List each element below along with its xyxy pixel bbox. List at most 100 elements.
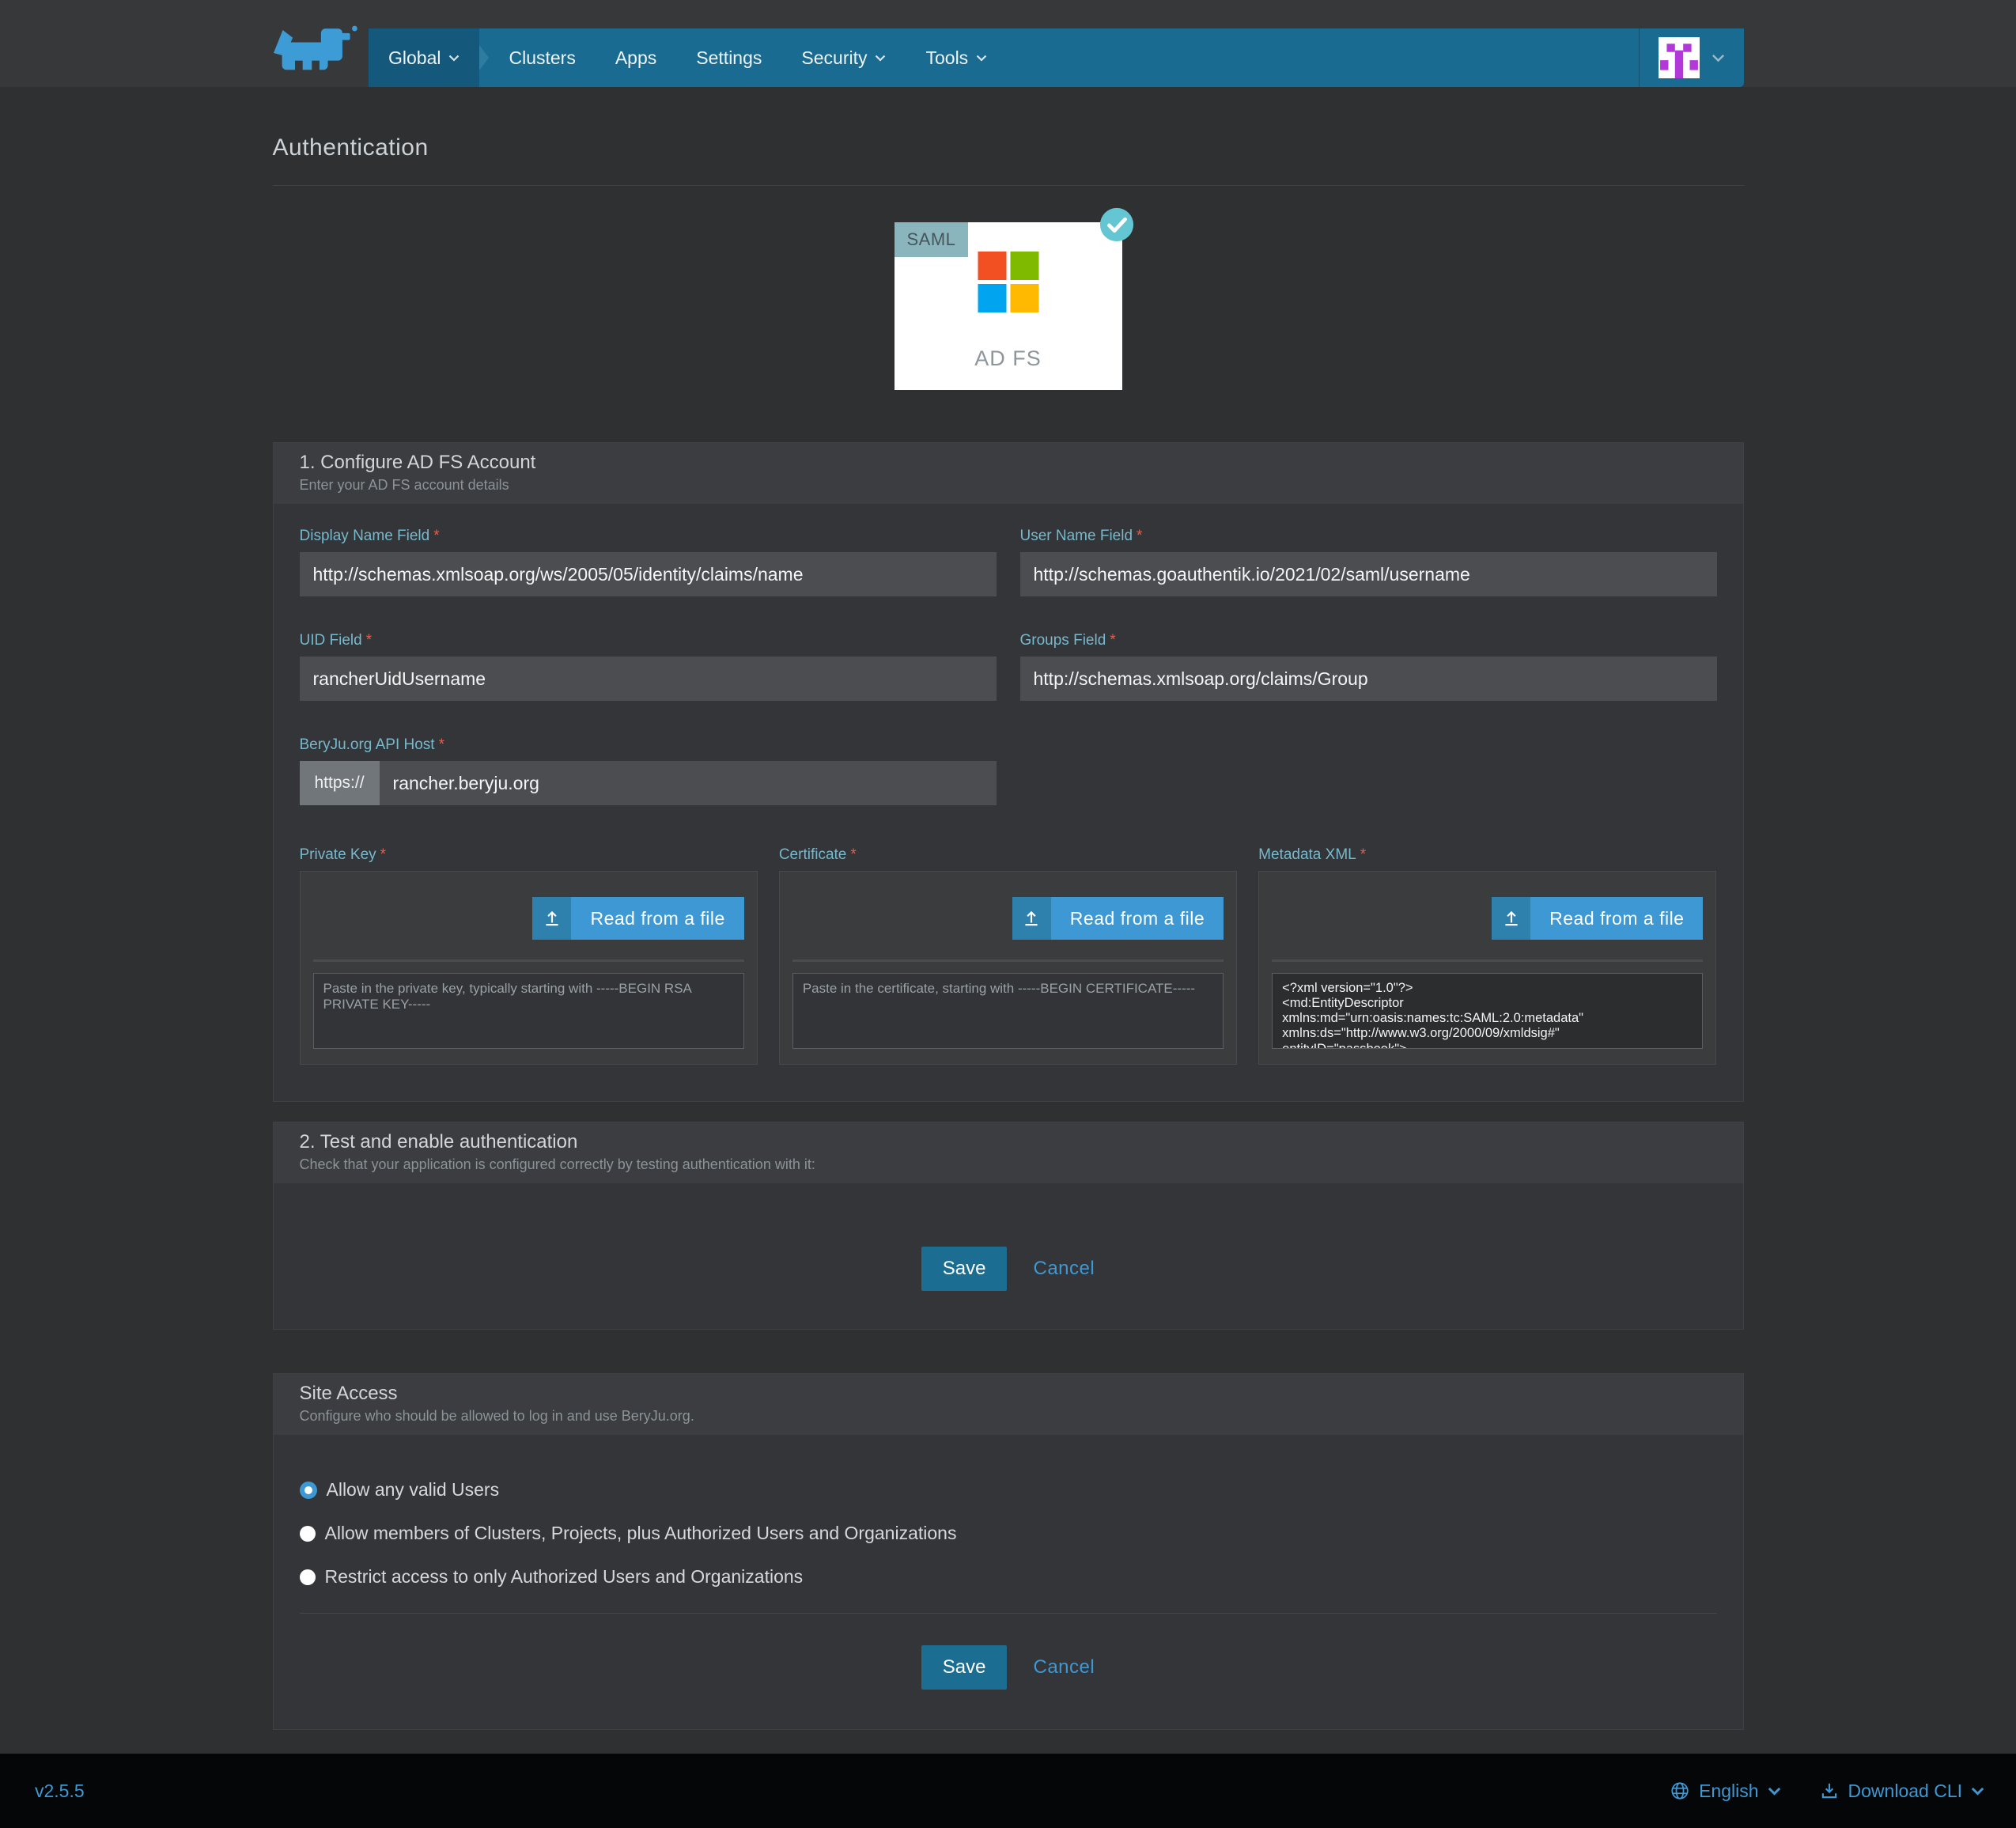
- section-site-access: Site Access Configure who should be allo…: [273, 1373, 1744, 1730]
- microsoft-logo-icon: [978, 252, 1038, 312]
- provider-card-row: SAML AD FS: [273, 222, 1744, 390]
- nav-item-clusters[interactable]: Clusters: [489, 28, 595, 87]
- required-marker: *: [439, 736, 444, 754]
- language-selector[interactable]: English: [1670, 1781, 1780, 1802]
- certificate-box: Read from a file: [779, 871, 1237, 1065]
- site-access-subtitle: Configure who should be allowed to log i…: [300, 1408, 1717, 1425]
- nav-item-tools[interactable]: Tools: [906, 28, 1007, 87]
- download-cli-menu[interactable]: Download CLI: [1819, 1781, 1984, 1802]
- main-content: Authentication SAML AD FS: [273, 134, 1744, 1730]
- top-bar: Global Clusters Apps Settings Security T…: [0, 0, 2016, 87]
- active-nav-arrow: [479, 45, 489, 70]
- required-marker: *: [850, 846, 856, 864]
- metadata-xml-column: Metadata XML* Read from a file: [1258, 846, 1716, 1065]
- page-title: Authentication: [273, 134, 1744, 161]
- user-avatar: [1659, 37, 1700, 78]
- field-uid: UID Field*: [300, 632, 997, 701]
- api-host-input[interactable]: [380, 761, 997, 805]
- provider-card-adfs[interactable]: SAML AD FS: [895, 222, 1122, 390]
- title-divider: [273, 185, 1744, 186]
- check-circle-icon: [1099, 206, 1135, 243]
- rancher-logo-icon: [272, 21, 364, 89]
- chevron-down-icon: [1768, 1787, 1781, 1796]
- navbar-spacer: [1007, 28, 1639, 87]
- user-menu[interactable]: [1639, 28, 1744, 87]
- upload-divider: [313, 959, 744, 962]
- section1-body: Display Name Field* User Name Field* UID…: [274, 504, 1743, 1101]
- footer: v2.5.5 English Download CLI: [0, 1754, 2016, 1828]
- metadata-xml-textarea[interactable]: <?xml version="1.0"?> <md:EntityDescript…: [1272, 973, 1703, 1049]
- section1-header: 1. Configure AD FS Account Enter your AD…: [274, 443, 1743, 504]
- radio-label: Allow members of Clusters, Projects, plu…: [325, 1523, 957, 1544]
- radio-selected-icon[interactable]: [300, 1482, 317, 1499]
- required-marker: *: [433, 528, 439, 545]
- site-access-title: Site Access: [300, 1383, 1717, 1405]
- field-label: Private Key*: [300, 846, 758, 864]
- upload-divider: [792, 959, 1224, 962]
- save-button[interactable]: Save: [921, 1247, 1008, 1291]
- radio-restrict-access[interactable]: Restrict access to only Authorized Users…: [300, 1566, 1717, 1588]
- field-user-name: User Name Field*: [1020, 528, 1717, 596]
- section1-title: 1. Configure AD FS Account: [300, 452, 1717, 474]
- globe-icon: [1670, 1781, 1690, 1801]
- radio-allow-any-valid-users[interactable]: Allow any valid Users: [300, 1479, 1717, 1501]
- certificate-textarea[interactable]: [792, 973, 1224, 1049]
- chevron-down-icon: [875, 55, 886, 62]
- metadata-read-file-button[interactable]: Read from a file: [1492, 897, 1703, 940]
- radio-unselected-icon[interactable]: [300, 1569, 316, 1585]
- field-label: Certificate*: [779, 846, 1237, 864]
- field-label: User Name Field*: [1020, 528, 1717, 545]
- required-marker: *: [1110, 632, 1115, 649]
- upload-grid: Private Key* Read from a file: [300, 846, 1717, 1065]
- field-groups: Groups Field*: [1020, 632, 1717, 701]
- cancel-link[interactable]: Cancel: [1033, 1656, 1095, 1679]
- nav-item-global[interactable]: Global: [369, 28, 479, 87]
- upload-divider: [1272, 959, 1703, 962]
- certificate-column: Certificate* Read from a file: [779, 846, 1237, 1065]
- chevron-down-icon: [976, 55, 987, 62]
- site-access-actions: Save Cancel: [300, 1614, 1717, 1710]
- download-icon: [1819, 1781, 1840, 1801]
- section2-actions: Save Cancel: [274, 1183, 1743, 1329]
- nav-item-security[interactable]: Security: [781, 28, 906, 87]
- upload-icon: [1012, 897, 1051, 940]
- required-marker: *: [1137, 528, 1142, 545]
- field-label: Display Name Field*: [300, 528, 997, 545]
- section2-title: 2. Test and enable authentication: [300, 1131, 1717, 1153]
- uid-field-input[interactable]: [300, 657, 997, 701]
- required-marker: *: [366, 632, 372, 649]
- section1-subtitle: Enter your AD FS account details: [300, 477, 1717, 494]
- rancher-app: Global Clusters Apps Settings Security T…: [0, 0, 2016, 1828]
- radio-allow-members[interactable]: Allow members of Clusters, Projects, plu…: [300, 1523, 1717, 1544]
- version-label[interactable]: v2.5.5: [35, 1781, 85, 1802]
- radio-unselected-icon[interactable]: [300, 1526, 316, 1542]
- footer-right: English Download CLI: [1670, 1781, 1984, 1802]
- required-marker: *: [380, 846, 386, 864]
- nav-item-label: Global: [388, 47, 441, 69]
- metadata-xml-box: Read from a file <?xml version="1.0"?> <…: [1258, 871, 1716, 1065]
- nav-item-label: Apps: [615, 47, 656, 69]
- nav-item-label: Tools: [925, 47, 968, 69]
- display-name-field-input[interactable]: [300, 552, 997, 596]
- save-button[interactable]: Save: [921, 1645, 1008, 1690]
- radio-label: Allow any valid Users: [327, 1479, 500, 1501]
- cancel-link[interactable]: Cancel: [1033, 1258, 1095, 1280]
- nav-item-label: Settings: [696, 47, 762, 69]
- private-key-textarea[interactable]: [313, 973, 744, 1049]
- groups-field-input[interactable]: [1020, 657, 1717, 701]
- private-key-read-file-button[interactable]: Read from a file: [532, 897, 743, 940]
- certificate-read-file-button[interactable]: Read from a file: [1012, 897, 1224, 940]
- nav-item-label: Clusters: [509, 47, 575, 69]
- section-test-enable: 2. Test and enable authentication Check …: [273, 1122, 1744, 1330]
- field-grid: Display Name Field* User Name Field* UID…: [300, 528, 1717, 701]
- nav-item-settings[interactable]: Settings: [676, 28, 781, 87]
- main-navbar: Global Clusters Apps Settings Security T…: [369, 28, 1744, 87]
- nav-item-apps[interactable]: Apps: [596, 28, 676, 87]
- section-configure-account: 1. Configure AD FS Account Enter your AD…: [273, 442, 1744, 1102]
- download-cli-label: Download CLI: [1848, 1781, 1962, 1802]
- user-name-field-input[interactable]: [1020, 552, 1717, 596]
- field-label: Metadata XML*: [1258, 846, 1716, 864]
- field-api-host: BeryJu.org API Host* https://: [300, 736, 997, 805]
- https-prefix-addon: https://: [300, 761, 380, 805]
- nav-item-label: Security: [801, 47, 867, 69]
